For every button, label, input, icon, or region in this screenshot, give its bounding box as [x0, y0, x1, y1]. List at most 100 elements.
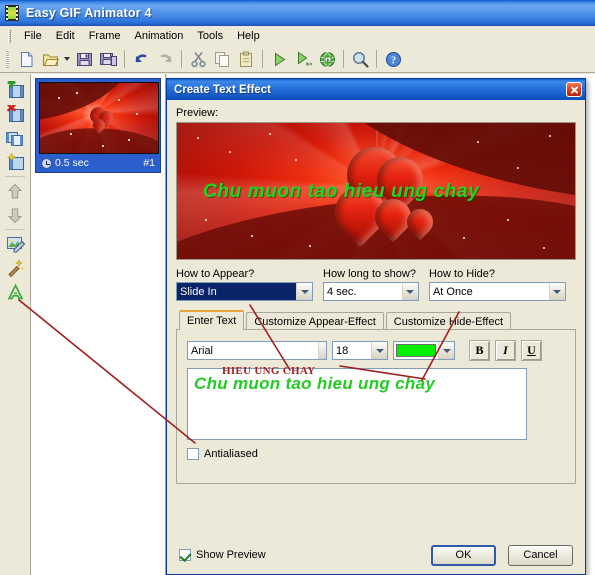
save-icon[interactable]	[73, 48, 95, 70]
open-icon[interactable]	[39, 48, 61, 70]
how-long-to-show-label: How long to show?	[323, 268, 416, 280]
font-family-value: Arial	[191, 344, 214, 357]
ok-button[interactable]: OK	[431, 544, 496, 566]
antialiased-label: Antialiased	[204, 448, 258, 460]
move-frame-up-icon[interactable]	[2, 179, 28, 203]
toolbar-separator	[181, 50, 182, 68]
create-text-effect-dialog: Create Text Effect Preview: Chu muon tao…	[166, 78, 586, 575]
how-to-appear-group: How to Appear? Slide In	[176, 268, 314, 301]
play-options-icon[interactable]	[292, 48, 314, 70]
dialog-title: Create Text Effect	[174, 83, 271, 96]
delete-frame-icon[interactable]	[2, 102, 28, 126]
toolbar-separator	[124, 50, 125, 68]
font-size-select[interactable]: 18	[332, 341, 388, 360]
add-text-icon[interactable]	[2, 280, 28, 304]
how-to-hide-label: How to Hide?	[428, 268, 495, 280]
underline-button[interactable]: U	[521, 340, 542, 361]
font-color-select[interactable]	[393, 341, 455, 360]
duplicate-frame-icon[interactable]	[2, 126, 28, 150]
new-icon[interactable]	[15, 48, 37, 70]
film-strip-icon	[4, 5, 20, 21]
tab-customize-hide-effect[interactable]: Customize Hide-Effect	[385, 312, 512, 330]
frame-effect-icon[interactable]	[2, 150, 28, 174]
clock-icon	[41, 157, 52, 169]
text-input-value: Chu muon tao hieu ung chay	[194, 374, 436, 393]
enter-text-panel: Arial 18 B I U Chu muon tao hieu ung cha…	[176, 329, 576, 484]
frame-thumbnail	[39, 82, 159, 154]
annotation-note: HIEU UNG CHAY	[222, 365, 316, 377]
chevron-down-icon[interactable]	[318, 342, 326, 359]
tab-enter-text[interactable]: Enter Text	[179, 310, 245, 330]
menu-bar: File Edit Frame Animation Tools Help	[0, 26, 595, 46]
frame-duration: 0.5 sec	[55, 157, 89, 169]
preview-browser-icon[interactable]	[316, 48, 338, 70]
text-input-area[interactable]: Chu muon tao hieu ung chay	[187, 368, 527, 440]
toolbar-grip[interactable]	[6, 50, 9, 68]
show-preview-label: Show Preview	[196, 549, 266, 561]
menu-item-frame[interactable]: Frame	[82, 28, 128, 44]
cancel-button[interactable]: Cancel	[508, 544, 573, 566]
edit-image-icon[interactable]	[2, 232, 28, 256]
toolbar-separator	[262, 50, 263, 68]
how-to-hide-value: At Once	[432, 285, 473, 298]
cut-icon[interactable]	[187, 48, 209, 70]
move-frame-down-icon[interactable]	[2, 203, 28, 227]
frame-index: #1	[143, 157, 155, 169]
paste-icon[interactable]	[235, 48, 257, 70]
help-icon[interactable]: ?	[382, 48, 404, 70]
copy-icon[interactable]	[211, 48, 233, 70]
how-to-hide-select[interactable]: At Once	[428, 282, 566, 301]
window-titlebar: Easy GIF Animator 4	[0, 0, 595, 26]
add-frame-icon[interactable]	[2, 78, 28, 102]
tab-customize-appear-effect[interactable]: Customize Appear-Effect	[246, 312, 384, 330]
bold-button[interactable]: B	[469, 340, 490, 361]
chevron-down-icon[interactable]	[401, 283, 418, 300]
menu-item-animation[interactable]: Animation	[127, 28, 190, 44]
font-toolbar: Arial 18 B I U	[187, 340, 565, 361]
application-window: Easy GIF Animator 4 File Edit Frame Anim…	[0, 0, 595, 575]
tool-separator	[5, 229, 25, 230]
font-family-select[interactable]: Arial	[187, 341, 327, 360]
dialog-tab-control: Enter Text Customize Appear-Effect Custo…	[176, 310, 576, 484]
antialiased-checkbox[interactable]	[187, 448, 199, 460]
dialog-body: Preview: Chu muon tao hieu ung chay How …	[167, 100, 585, 491]
dialog-footer: Show Preview OK Cancel	[167, 536, 585, 574]
menu-item-file[interactable]: File	[17, 28, 49, 44]
antialiased-row[interactable]: Antialiased	[187, 448, 565, 460]
redo-icon[interactable]	[154, 48, 176, 70]
chevron-down-icon[interactable]	[296, 283, 313, 300]
undo-icon[interactable]	[130, 48, 152, 70]
menu-item-help[interactable]: Help	[230, 28, 267, 44]
magic-wand-icon[interactable]	[2, 256, 28, 280]
open-dropdown-icon[interactable]	[62, 49, 72, 69]
play-icon[interactable]	[268, 48, 290, 70]
color-swatch	[396, 344, 436, 357]
preview-text: Chu muon tao hieu ung chay	[203, 181, 480, 202]
frames-panel[interactable]: 0.5 sec #1	[31, 74, 166, 575]
chevron-down-icon[interactable]	[438, 342, 454, 359]
toolbar-separator	[343, 50, 344, 68]
zoom-icon[interactable]	[349, 48, 371, 70]
frame-meta: 0.5 sec #1	[39, 154, 157, 172]
tabstrip: Enter Text Customize Appear-Effect Custo…	[176, 310, 576, 330]
italic-button[interactable]: I	[495, 340, 516, 361]
how-long-to-show-group: How long to show? 4 sec.	[323, 268, 419, 301]
how-long-to-show-select[interactable]: 4 sec.	[323, 282, 419, 301]
how-to-appear-value: Slide In	[177, 283, 297, 300]
how-to-appear-select[interactable]: Slide In	[176, 282, 314, 301]
main-toolbar: ?	[0, 46, 595, 73]
menu-item-tools[interactable]: Tools	[190, 28, 230, 44]
chevron-down-icon[interactable]	[548, 283, 565, 300]
tool-separator	[5, 176, 25, 177]
frame-tools-sidebar	[0, 74, 31, 575]
menu-grip[interactable]	[8, 29, 11, 43]
frame-list-item[interactable]: 0.5 sec #1	[35, 78, 161, 173]
save-as-icon[interactable]	[97, 48, 119, 70]
italic-label: I	[503, 343, 508, 357]
close-icon[interactable]	[566, 82, 582, 97]
show-preview-checkbox[interactable]	[179, 549, 191, 561]
menu-item-edit[interactable]: Edit	[49, 28, 82, 44]
text-effect-preview: Chu muon tao hieu ung chay	[176, 122, 576, 260]
chevron-down-icon[interactable]	[371, 342, 387, 359]
underline-label: U	[527, 343, 536, 357]
